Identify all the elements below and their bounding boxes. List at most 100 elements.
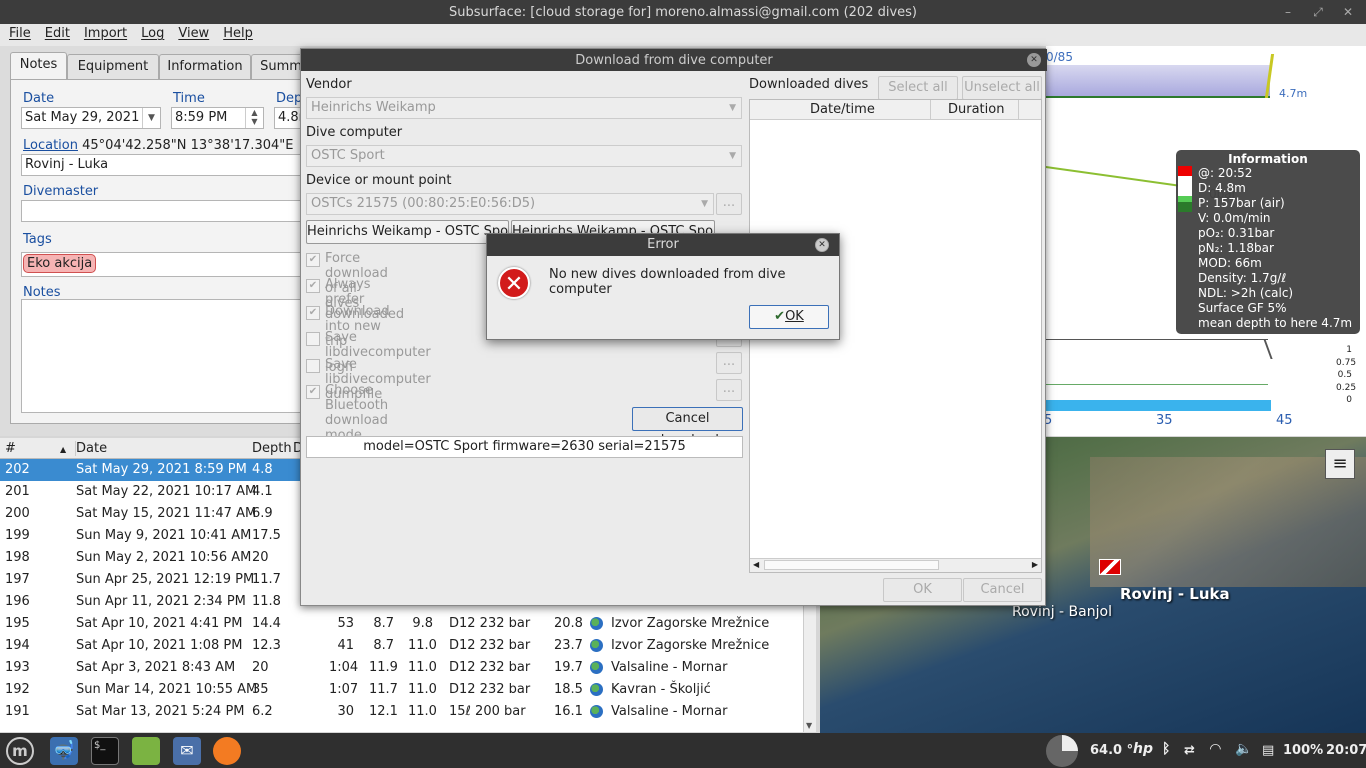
dumpfile-browse-button[interactable]: ... bbox=[716, 352, 742, 374]
cell-num: 192 bbox=[5, 682, 30, 697]
menu-help[interactable]: Help bbox=[218, 24, 258, 41]
browse-button[interactable]: ... bbox=[716, 193, 742, 215]
info-line: Density: 1.7g/ℓ bbox=[1198, 271, 1287, 285]
col-depth[interactable]: Depth bbox=[252, 441, 292, 456]
restore-icon[interactable]: ⤢ bbox=[1306, 0, 1330, 24]
menu-edit[interactable]: Edit bbox=[40, 24, 75, 41]
bluetooth-browse-button[interactable]: ... bbox=[716, 379, 742, 401]
col-number[interactable]: # bbox=[5, 441, 16, 456]
computer-value: OSTC Sport bbox=[311, 148, 385, 163]
cell-depth: 20 bbox=[252, 660, 269, 675]
map-menu-icon[interactable]: ≡ bbox=[1325, 449, 1355, 479]
cell-depth: 17.5 bbox=[252, 528, 281, 543]
mail-icon[interactable]: ✉ bbox=[173, 737, 201, 765]
cell-num: 194 bbox=[5, 638, 30, 653]
error-ok-button[interactable]: ✔OK bbox=[749, 305, 829, 329]
tab-notes[interactable]: Notes bbox=[10, 52, 67, 80]
cell-sac: 23.7 bbox=[554, 638, 583, 653]
horizontal-scrollbar[interactable]: ◀ ▶ bbox=[750, 558, 1041, 572]
checkbox[interactable] bbox=[306, 332, 320, 347]
terminal-icon[interactable]: $_ bbox=[91, 737, 119, 765]
time-field[interactable]: 8:59 PM ▲ ▼ bbox=[171, 107, 264, 129]
vendor-select[interactable]: Heinrichs Weikamp ▼ bbox=[306, 97, 742, 119]
dive-flag-icon[interactable] bbox=[1099, 559, 1121, 575]
profile-depth-area bbox=[1046, 65, 1270, 98]
bluetooth-icon[interactable]: ᛒ bbox=[1162, 741, 1170, 757]
subsurface-app-icon[interactable]: 🤿 bbox=[50, 737, 78, 765]
cell-sac: 18.5 bbox=[554, 682, 583, 697]
tab-equipment[interactable]: Equipment bbox=[67, 54, 159, 80]
menu-import[interactable]: Import bbox=[79, 24, 132, 41]
map-label-main[interactable]: Rovinj - Luka bbox=[1120, 585, 1230, 603]
favorite-button-1[interactable]: Heinrichs Weikamp - OSTC Sport bbox=[306, 220, 509, 244]
notes-textarea[interactable] bbox=[21, 299, 300, 413]
clock[interactable]: 20:07 bbox=[1326, 743, 1366, 758]
close-icon[interactable]: ✕ bbox=[1027, 53, 1041, 67]
chevron-down-icon[interactable]: ▼ bbox=[142, 108, 160, 128]
close-icon[interactable]: ✕ bbox=[815, 238, 829, 252]
mint-menu-icon[interactable]: m bbox=[6, 737, 34, 765]
checkbox[interactable]: ✔ bbox=[306, 305, 320, 320]
cell-num: 201 bbox=[5, 484, 30, 499]
tags-label: Tags bbox=[23, 232, 52, 247]
scroll-down-icon[interactable]: ▼ bbox=[806, 721, 812, 730]
cancel-button[interactable]: Cancel bbox=[963, 578, 1042, 602]
table-row[interactable]: 193 Sat Apr 3, 2021 8:43 AM 20 1:04 11.9 11.0… bbox=[0, 657, 802, 679]
info-box: Information @: 20:52 D: 4.8m P: 157bar (ai… bbox=[1176, 150, 1360, 334]
firefox-icon[interactable] bbox=[213, 737, 241, 765]
cancel-download-button[interactable]: Cancel download bbox=[632, 407, 743, 448]
menu-view[interactable]: View bbox=[173, 24, 214, 41]
date-label: Date bbox=[23, 91, 55, 106]
date-field[interactable]: Sat May 29, 2021 ▼ bbox=[21, 107, 161, 129]
wifi-icon[interactable]: ◠ bbox=[1210, 741, 1221, 757]
checkbox[interactable]: ✔ bbox=[306, 279, 320, 294]
checkbox[interactable]: ✔ bbox=[306, 385, 320, 399]
checkbox[interactable]: ✔ bbox=[306, 253, 320, 267]
volume-icon[interactable]: 🔈 bbox=[1235, 741, 1252, 757]
col-duration[interactable]: Duration bbox=[948, 102, 1004, 117]
globe-icon bbox=[590, 639, 603, 652]
clipboard-icon[interactable]: ▤ bbox=[1262, 743, 1274, 758]
ok-button[interactable]: OK bbox=[883, 578, 962, 602]
table-row[interactable]: 191 Sat Mar 13, 2021 5:24 PM 6.2 30 12.1 11.0… bbox=[0, 701, 802, 723]
cell-loc: Kavran - Školjić bbox=[611, 682, 711, 697]
col-date[interactable]: Date bbox=[75, 441, 107, 456]
device-select[interactable]: OSTCs 21575 (00:80:25:E0:56:D5) ▼ bbox=[306, 193, 714, 215]
files-icon[interactable] bbox=[132, 737, 160, 765]
menu-file[interactable]: File bbox=[4, 24, 36, 41]
info-line: pO₂: 0.31bar bbox=[1198, 226, 1275, 240]
cell-date: Sat May 29, 2021 8:59 PM bbox=[76, 462, 247, 477]
location-link[interactable]: Location bbox=[23, 138, 78, 153]
table-row[interactable]: 195 Sat Apr 10, 2021 4:41 PM 14.4 53 8.7 9.8 D… bbox=[0, 613, 802, 635]
info-line: pN₂: 1.18bar bbox=[1198, 241, 1274, 255]
menu-log[interactable]: Log bbox=[136, 24, 169, 41]
temperature: 64.0 ° bbox=[1090, 743, 1134, 758]
hp-icon[interactable]: hp bbox=[1133, 741, 1153, 757]
network-icon[interactable]: ⇄ bbox=[1184, 743, 1195, 758]
spin-arrows-icon[interactable]: ▲ ▼ bbox=[245, 108, 263, 128]
info-line: Surface GF 5% bbox=[1198, 301, 1287, 315]
close-icon[interactable]: ✕ bbox=[1336, 0, 1360, 24]
depth-field[interactable]: 4.8n bbox=[274, 107, 307, 129]
unselect-all-button[interactable]: Unselect all bbox=[962, 76, 1042, 100]
computer-select[interactable]: OSTC Sport ▼ bbox=[306, 145, 742, 167]
tab-information[interactable]: Information bbox=[159, 54, 251, 80]
table-row[interactable]: 192 Sun Mar 14, 2021 10:55 AM 35 1:07 11.7 11… bbox=[0, 679, 802, 701]
location-field[interactable]: Rovinj - Luka bbox=[21, 154, 300, 176]
divemaster-field[interactable] bbox=[21, 200, 300, 222]
cell-date: Sat Mar 13, 2021 5:24 PM bbox=[76, 704, 245, 719]
scroll-right-icon[interactable]: ▶ bbox=[1032, 560, 1038, 569]
col-datetime[interactable]: Date/time bbox=[810, 102, 875, 117]
map-label-secondary[interactable]: Rovinj - Banjol bbox=[1012, 604, 1112, 620]
scroll-left-icon[interactable]: ◀ bbox=[753, 560, 759, 569]
chevron-down-icon: ▼ bbox=[729, 151, 736, 161]
table-row[interactable]: 194 Sat Apr 10, 2021 1:08 PM 12.3 41 8.7 11.0… bbox=[0, 635, 802, 657]
minimize-icon[interactable]: – bbox=[1276, 0, 1300, 24]
weather-icon[interactable] bbox=[1046, 735, 1078, 767]
checkbox[interactable] bbox=[306, 358, 320, 373]
cell-depth: 11.7 bbox=[252, 572, 281, 587]
cell-temp: 12.1 bbox=[369, 704, 398, 719]
dialog-titlebar: Download from dive computer ✕ bbox=[301, 49, 1047, 71]
select-all-button[interactable]: Select all bbox=[878, 76, 958, 100]
tag-pill[interactable]: Eko akcija bbox=[23, 254, 97, 273]
